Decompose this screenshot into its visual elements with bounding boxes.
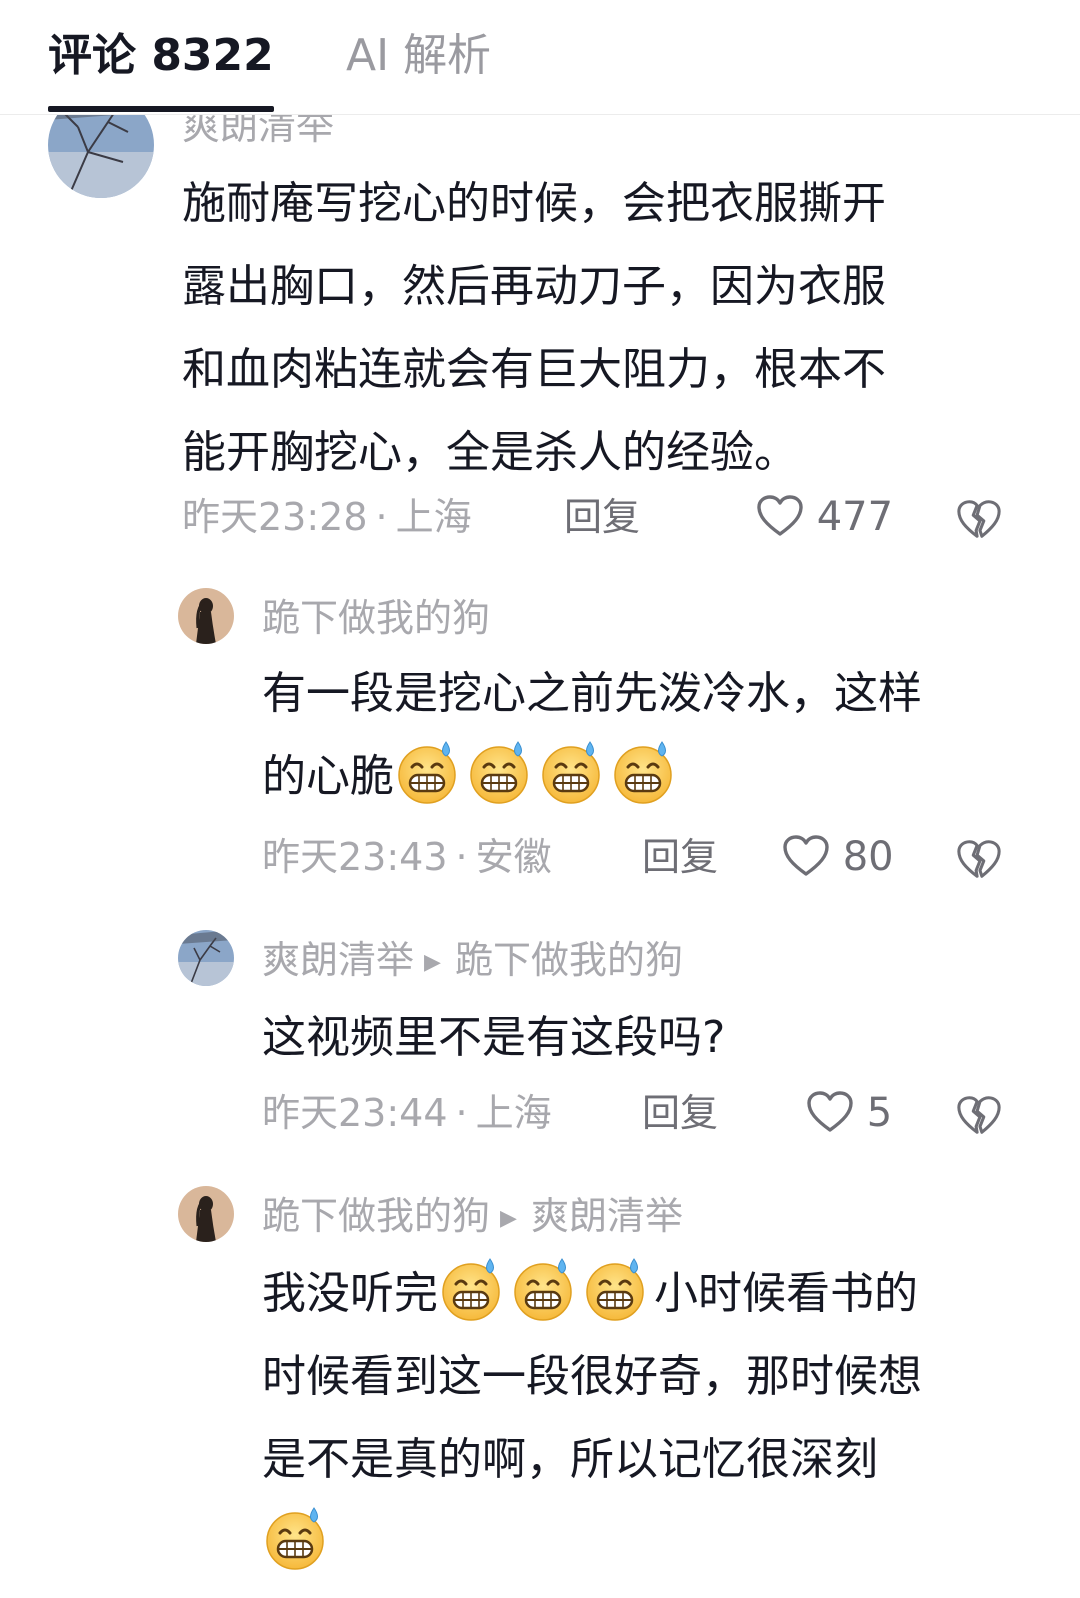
grinning-sweat-emoji <box>438 1257 504 1323</box>
reply-to-user[interactable]: 爽朗清举 <box>531 1194 683 1238</box>
heart-outline-icon <box>756 494 804 538</box>
reply-text-line: 的心脆 <box>262 735 922 818</box>
reply-location: 安徽 <box>475 835 552 879</box>
comment-text: 施耐庵写挖心的时候，会把衣服撕开 露出胸口，然后再动刀子，因为衣服 和血肉粘连就… <box>182 162 886 494</box>
reply-meta: 昨天23:44 · 上海 <box>262 1091 552 1135</box>
comment-text-line: 露出胸口，然后再动刀子，因为衣服 <box>182 261 886 312</box>
like-count: 5 <box>866 1090 893 1136</box>
tab-ai-analysis[interactable]: AI 解析 <box>346 26 491 86</box>
heart-outline-icon <box>782 834 830 878</box>
reply-text: 这视频里不是有这段吗? <box>262 996 725 1079</box>
reply-location: 上海 <box>475 1091 552 1135</box>
grinning-sweat-emoji <box>510 1257 576 1323</box>
reply-button[interactable]: 回复 <box>564 492 640 542</box>
comment-text-line: 施耐庵写挖心的时候，会把衣服撕开 <box>182 178 886 229</box>
reply-time: 昨天23:43 <box>262 835 448 879</box>
reply-button[interactable]: 回复 <box>642 832 718 882</box>
reply-author[interactable]: 跪下做我的狗 <box>262 1194 490 1238</box>
avatar[interactable] <box>178 930 234 986</box>
like-count: 80 <box>842 834 894 880</box>
reply-to-user[interactable]: 跪下做我的狗 <box>455 938 683 982</box>
comment-text-line: 能开胸挖心，全是杀人的经验。 <box>182 427 798 478</box>
avatar[interactable] <box>178 588 234 644</box>
reply-time: 昨天23:44 <box>262 1091 448 1135</box>
like-count: 477 <box>816 494 894 540</box>
comment-location: 上海 <box>395 495 472 539</box>
reply-to-arrow-icon: ▶ <box>500 1206 517 1231</box>
grinning-sweat-emoji <box>262 1506 328 1572</box>
like-button[interactable]: 477 <box>756 492 893 542</box>
reply-author[interactable]: 爽朗清举 <box>262 938 414 982</box>
reply-text: 有一段是挖心之前先泼冷水，这样 的心脆 <box>262 652 922 818</box>
reply-button[interactable]: 回复 <box>642 1088 718 1138</box>
grinning-sweat-emoji <box>394 740 460 806</box>
grinning-sweat-emoji <box>610 740 676 806</box>
like-button[interactable]: 5 <box>806 1088 892 1138</box>
heart-outline-icon <box>806 1090 854 1134</box>
comment-text-line: 和血肉粘连就会有巨大阻力，根本不 <box>182 344 886 395</box>
reply-text-line: 时候看到这一段很好奇，那时候想 <box>262 1351 922 1402</box>
dislike-broken-heart-icon[interactable] <box>956 836 1002 882</box>
reply-to-arrow-icon: ▶ <box>424 950 441 975</box>
reply-text-line <box>262 1501 922 1584</box>
comment-time: 昨天23:28 <box>182 495 368 539</box>
reply-username: 爽朗清举 ▶ 跪下做我的狗 <box>262 936 683 991</box>
tab-comments[interactable]: 评论 8322 <box>48 26 274 86</box>
dislike-broken-heart-icon[interactable] <box>956 1092 1002 1138</box>
comment-meta: 昨天23:28 · 上海 <box>182 495 472 539</box>
avatar[interactable] <box>178 1186 234 1242</box>
grinning-sweat-emoji <box>538 740 604 806</box>
reply-username[interactable]: 跪下做我的狗 <box>262 594 490 642</box>
grinning-sweat-emoji <box>466 740 532 806</box>
active-tab-indicator <box>48 106 274 112</box>
comment-tabs: 评论 8322 AI 解析 <box>0 0 1080 115</box>
reply-text-line: 我没听完 小时候看书的 <box>262 1252 922 1335</box>
reply-text-line: 是不是真的啊，所以记忆很深刻 <box>262 1434 878 1485</box>
reply-text-line: 这视频里不是有这段吗? <box>262 1012 726 1063</box>
reply-text-line: 有一段是挖心之前先泼冷水，这样 <box>262 668 922 719</box>
reply-meta: 昨天23:43 · 安徽 <box>262 835 552 879</box>
grinning-sweat-emoji <box>582 1257 648 1323</box>
like-button[interactable]: 80 <box>782 832 894 882</box>
dislike-broken-heart-icon[interactable] <box>956 496 1002 542</box>
reply-text: 我没听完 小时候看书的 时候看到这一段很好奇，那时候想 是不是真的啊，所以记忆很深… <box>262 1252 922 1584</box>
reply-username: 跪下做我的狗 ▶ 爽朗清举 <box>262 1192 683 1247</box>
